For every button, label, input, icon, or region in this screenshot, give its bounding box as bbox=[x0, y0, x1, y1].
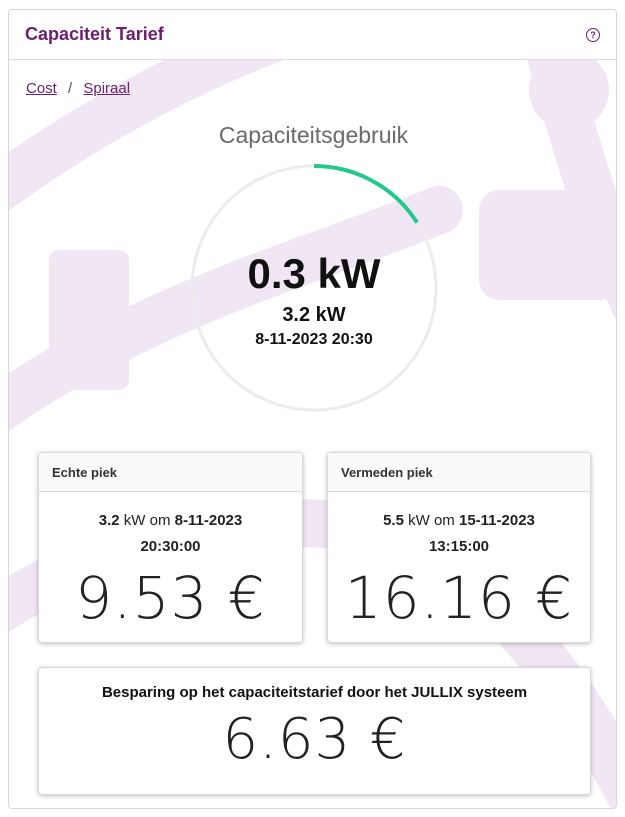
gauge-current-value: 0.3 kW bbox=[247, 250, 381, 297]
gauge-progress-arc bbox=[313, 164, 419, 224]
echte-piek-title: Echte piek bbox=[39, 453, 302, 492]
gauge-peak-time: 8-11-2023 20:30 bbox=[255, 331, 373, 348]
savings-value: 6.63 € bbox=[222, 707, 407, 772]
savings-title: Besparing op het capaciteitstarief door … bbox=[101, 684, 528, 701]
echte-piek-time: 20:30:00 bbox=[140, 538, 201, 555]
gauge-peak-value: 3.2 kW bbox=[282, 304, 346, 326]
capacity-gauge: 0.3 kW 3.2 kW 8-11-2023 20:30 bbox=[189, 163, 439, 413]
vermeden-piek-card: Vermeden piek 5.5 kW om 15-11-2023 13:15… bbox=[327, 452, 591, 643]
vermeden-piek-om: om bbox=[433, 512, 455, 529]
gauge-title: Capaciteitsgebruik bbox=[218, 122, 409, 148]
echte-piek-kw: 3.2 bbox=[98, 512, 120, 529]
echte-piek-cost: 9.53 € bbox=[75, 564, 266, 632]
echte-piek-date: 8-11-2023 bbox=[174, 512, 243, 529]
question-circle-icon[interactable]: ? bbox=[586, 27, 600, 42]
breadcrumb-link-spiraal[interactable]: Spiraal bbox=[83, 80, 130, 97]
card-header: Capaciteit Tarief ? bbox=[9, 10, 616, 60]
breadcrumb: Cost / Spiraal bbox=[26, 80, 130, 97]
card-title: Capaciteit Tarief bbox=[25, 24, 164, 44]
echte-piek-om: om bbox=[149, 512, 171, 529]
echte-piek-details: 3.2 kW om 8-11-2023 20:30:00 bbox=[39, 508, 302, 560]
breadcrumb-link-cost[interactable]: Cost bbox=[26, 80, 57, 97]
echte-piek-card: Echte piek 3.2 kW om 8-11-2023 20:30:00 … bbox=[38, 452, 303, 643]
vermeden-piek-title: Vermeden piek bbox=[328, 453, 590, 492]
vermeden-piek-time: 13:15:00 bbox=[428, 538, 490, 555]
breadcrumb-separator: / bbox=[68, 80, 73, 97]
vermeden-piek-cost: 16.16 € bbox=[344, 564, 574, 632]
capacity-tariff-card: Capaciteit Tarief ? Cost / Spiraal Capac… bbox=[8, 9, 617, 809]
vermeden-piek-details: 5.5 kW om 15-11-2023 13:15:00 bbox=[328, 508, 590, 560]
vermeden-piek-unit: kW bbox=[408, 512, 430, 529]
savings-card: Besparing op het capaciteitstarief door … bbox=[38, 667, 591, 795]
vermeden-piek-kw: 5.5 bbox=[383, 512, 404, 529]
echte-piek-unit: kW bbox=[123, 512, 146, 529]
vermeden-piek-date: 15-11-2023 bbox=[458, 512, 535, 529]
